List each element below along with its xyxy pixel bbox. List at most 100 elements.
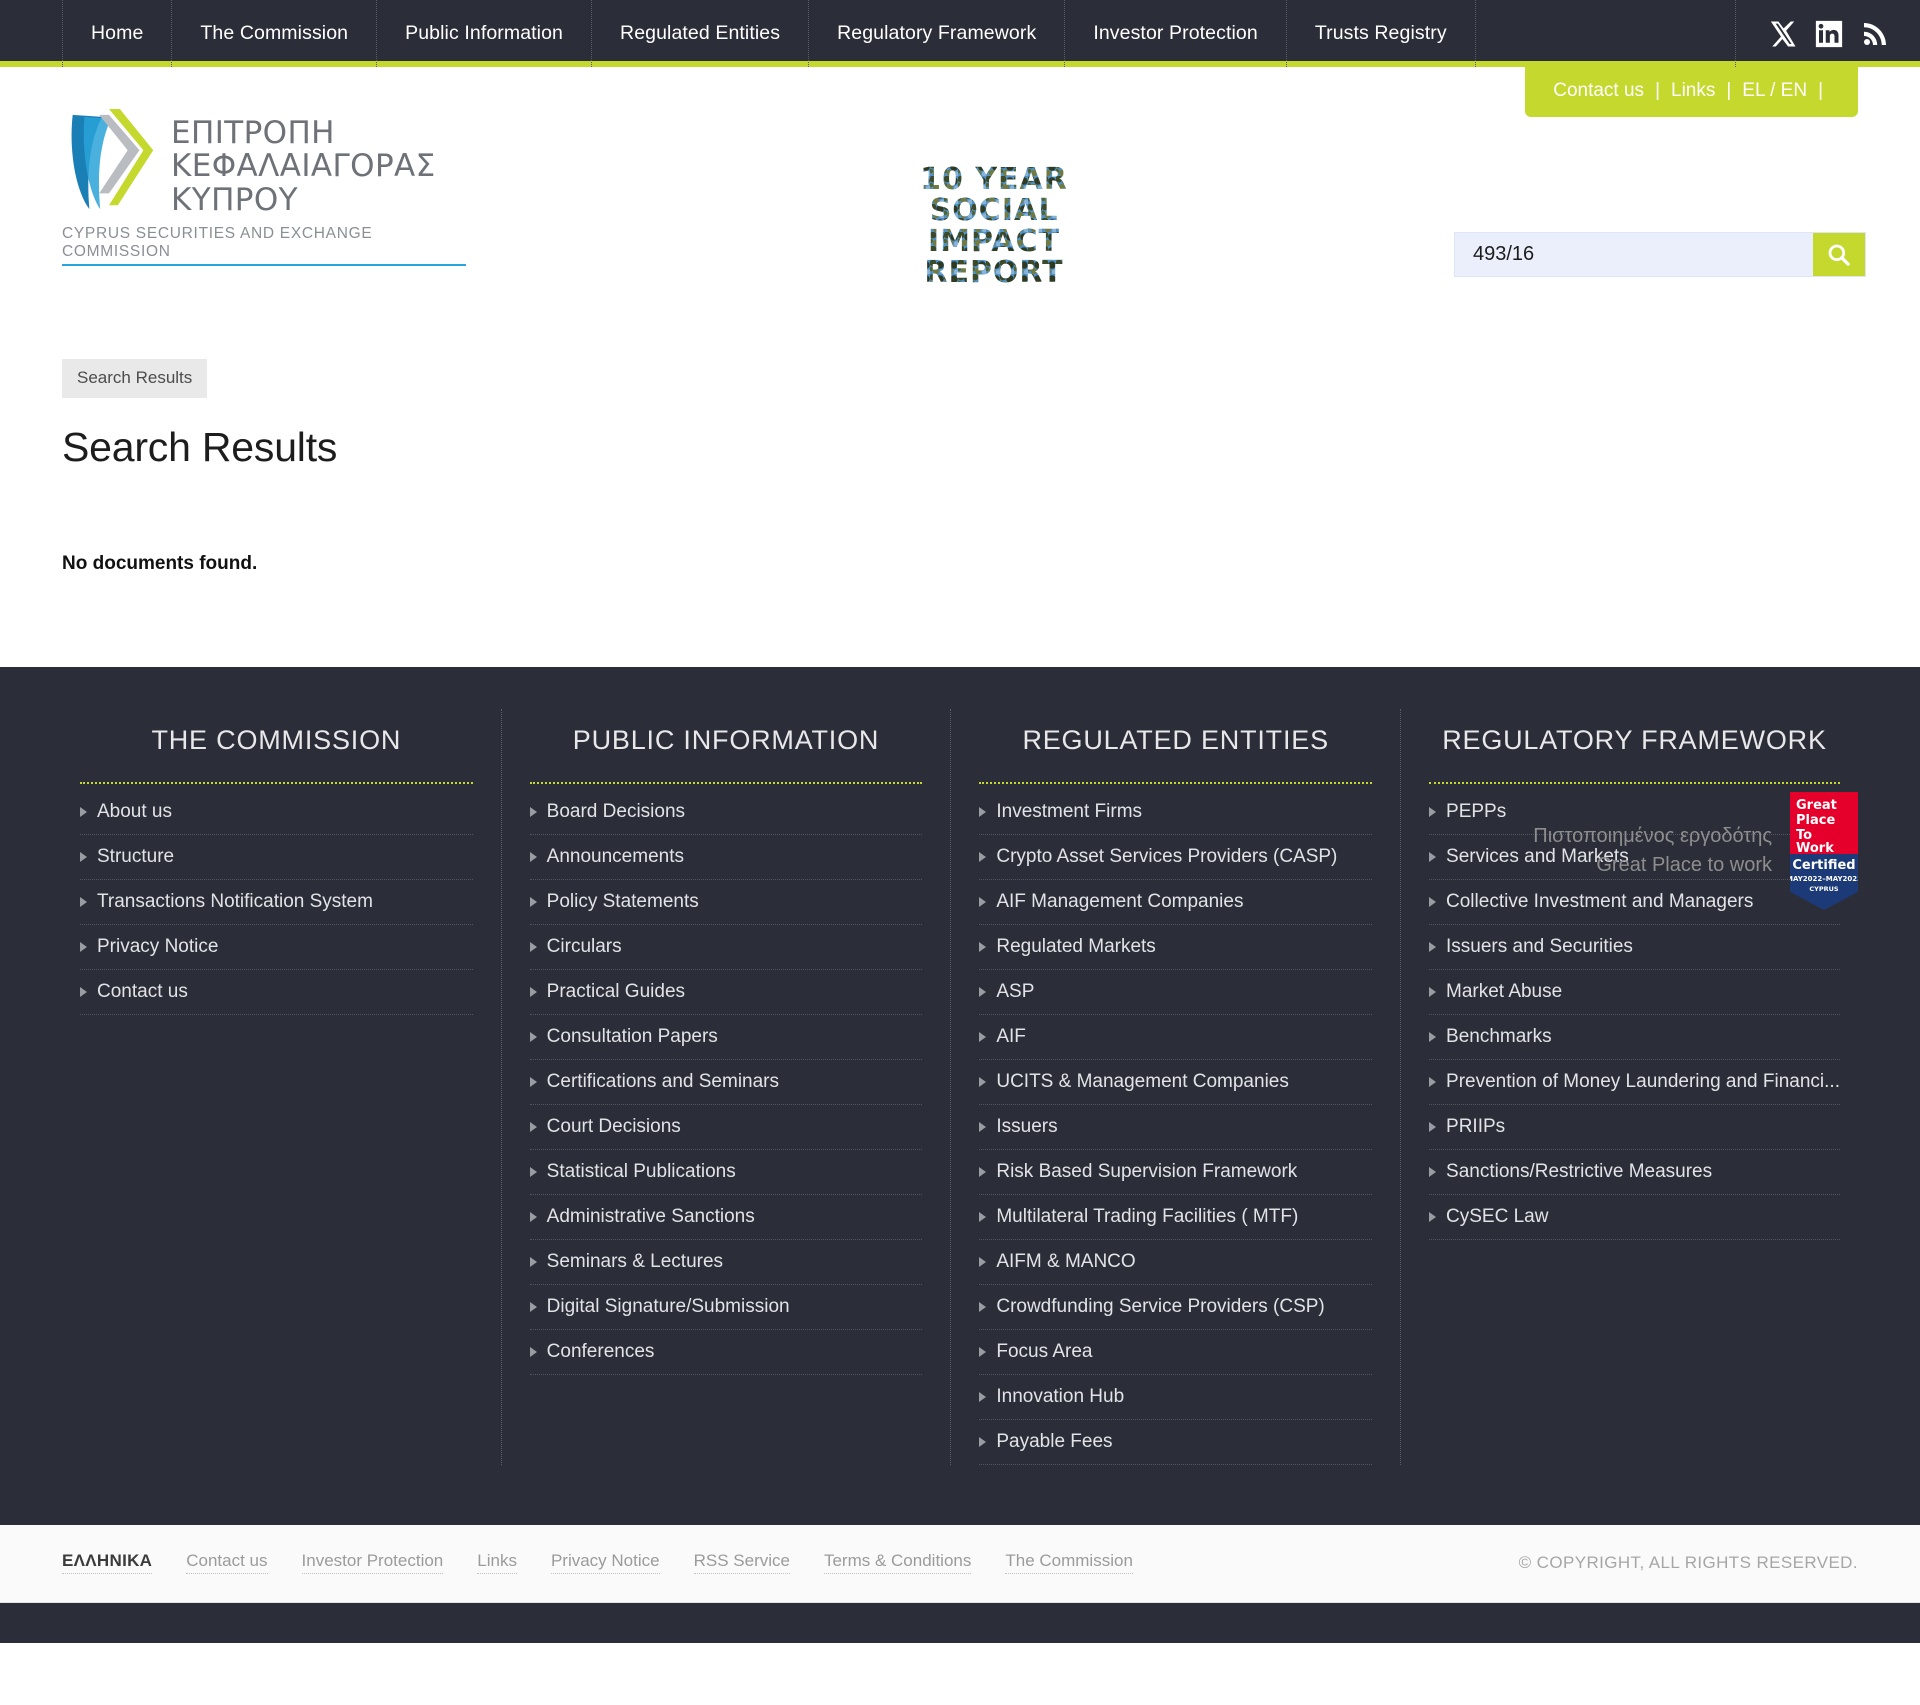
site-search bbox=[1454, 232, 1866, 277]
nav-item-home[interactable]: Home bbox=[62, 0, 173, 67]
footer-link-label: Market Abuse bbox=[1446, 981, 1563, 1002]
footer-link-certifications-and-seminars[interactable]: Certifications and Seminars bbox=[529, 1060, 923, 1105]
arrow-right-icon bbox=[979, 1302, 987, 1312]
footer-link-issuers[interactable]: Issuers bbox=[979, 1105, 1373, 1150]
nav-item-investor-protection[interactable]: Investor Protection bbox=[1065, 0, 1287, 67]
footer-link-focus-area[interactable]: Focus Area bbox=[979, 1330, 1373, 1375]
footer-link-label: Structure bbox=[97, 846, 175, 867]
arrow-right-icon bbox=[529, 807, 537, 817]
nav-item-regulatory-framework[interactable]: Regulatory Framework bbox=[809, 0, 1066, 67]
footer-link-innovation-hub[interactable]: Innovation Hub bbox=[979, 1375, 1373, 1420]
nav-label: Investor Protection bbox=[1093, 22, 1258, 44]
footer-link-transactions-notification-system[interactable]: Transactions Notification System bbox=[80, 880, 473, 925]
footer-link-investment-firms[interactable]: Investment Firms bbox=[979, 790, 1373, 835]
bottom-links: ΕΛΛΗΝΙΚΑ Contact us Investor Protection … bbox=[62, 1551, 1133, 1574]
gptw-badge-line-4: Work bbox=[1796, 841, 1834, 856]
arrow-right-icon bbox=[979, 1077, 987, 1087]
footer-link-label: AIF bbox=[996, 1026, 1026, 1047]
bottom-link-rss-service[interactable]: RSS Service bbox=[693, 1551, 790, 1574]
footer-link-contact-us[interactable]: Contact us bbox=[80, 970, 473, 1015]
social-impact-report-banner[interactable]: 10 YEAR SOCIAL IMPACT REPORT bbox=[888, 162, 1101, 292]
arrow-right-icon bbox=[1429, 987, 1437, 997]
footer-link-digital-signature-submission[interactable]: Digital Signature/Submission bbox=[529, 1285, 923, 1330]
footer-link-prevention-of-money-laundering[interactable]: Prevention of Money Laundering and Finan… bbox=[1429, 1060, 1840, 1105]
footer-link-aifm-and-manco[interactable]: AIFM & MANCO bbox=[979, 1240, 1373, 1285]
great-place-to-work-block: Πιστοποιημένος εργοδότης Great Place to … bbox=[1533, 792, 1858, 910]
bottom-link-privacy-notice[interactable]: Privacy Notice bbox=[550, 1551, 660, 1574]
footer-link-ucits-and-management-companies[interactable]: UCITS & Management Companies bbox=[979, 1060, 1373, 1105]
footer-link-announcements[interactable]: Announcements bbox=[529, 835, 923, 880]
bottom-link-links[interactable]: Links bbox=[477, 1551, 517, 1574]
footer-column-divider bbox=[529, 782, 923, 784]
footer-link-label: Payable Fees bbox=[996, 1431, 1113, 1452]
arrow-right-icon bbox=[529, 987, 537, 997]
footer-link-circulars[interactable]: Circulars bbox=[529, 925, 923, 970]
utility-links-link[interactable]: Links bbox=[1671, 80, 1715, 102]
footer-link-practical-guides[interactable]: Practical Guides bbox=[529, 970, 923, 1015]
footer-link-label: Court Decisions bbox=[546, 1116, 681, 1137]
site-logo[interactable]: ΕΠΙΤΡΟΠΗ ΚΕΦΑΛΑΙΑΓΟΡΑΣ ΚΥΠΡΟΥ CYPRUS SEC… bbox=[62, 107, 466, 267]
utility-separator-2: | bbox=[1726, 80, 1732, 101]
footer-link-issuers-and-securities[interactable]: Issuers and Securities bbox=[1429, 925, 1840, 970]
footer-link-about-us[interactable]: About us bbox=[80, 790, 473, 835]
footer-link-multilateral-trading-facilities[interactable]: Multilateral Trading Facilities ( MTF) bbox=[979, 1195, 1373, 1240]
footer-link-consultation-papers[interactable]: Consultation Papers bbox=[529, 1015, 923, 1060]
utility-language-toggle[interactable]: EL / EN bbox=[1742, 80, 1807, 102]
nav-item-regulated-entities[interactable]: Regulated Entities bbox=[592, 0, 810, 67]
nav-item-public-information[interactable]: Public Information bbox=[377, 0, 593, 67]
page-title: Search Results bbox=[62, 424, 338, 470]
arrow-right-icon bbox=[979, 1032, 987, 1042]
great-place-to-work-badge-icon[interactable]: Great Place To Work Certified MAY2022–MA… bbox=[1790, 792, 1858, 910]
footer-link-policy-statements[interactable]: Policy Statements bbox=[529, 880, 923, 925]
arrow-right-icon bbox=[1429, 1212, 1437, 1222]
footer-link-sanctions-restrictive-measures[interactable]: Sanctions/Restrictive Measures bbox=[1429, 1150, 1840, 1195]
cysec-logo-icon bbox=[71, 108, 154, 210]
footer-link-label: PRIIPs bbox=[1446, 1116, 1506, 1137]
footer-link-statistical-publications[interactable]: Statistical Publications bbox=[529, 1150, 923, 1195]
footer-link-market-abuse[interactable]: Market Abuse bbox=[1429, 970, 1840, 1015]
footer-link-administrative-sanctions[interactable]: Administrative Sanctions bbox=[529, 1195, 923, 1240]
footer-link-label: Consultation Papers bbox=[546, 1026, 718, 1047]
footer-link-benchmarks[interactable]: Benchmarks bbox=[1429, 1015, 1840, 1060]
footer-link-cysec-law[interactable]: CySEC Law bbox=[1429, 1195, 1840, 1240]
bottom-link-the-commission[interactable]: The Commission bbox=[1005, 1551, 1133, 1574]
logo-line-2: ΚΕΦΑΛΑΙΑΓΟΡΑΣ bbox=[171, 148, 436, 185]
footer-link-label: PEPPs bbox=[1446, 801, 1507, 822]
footer-link-privacy-notice[interactable]: Privacy Notice bbox=[80, 925, 473, 970]
footer-link-crypto-asset-services-providers[interactable]: Crypto Asset Services Providers (CASP) bbox=[979, 835, 1373, 880]
utility-contact-us-link[interactable]: Contact us bbox=[1553, 80, 1644, 102]
arrow-right-icon bbox=[80, 942, 87, 952]
arrow-right-icon bbox=[979, 1392, 987, 1402]
footer-link-label: Innovation Hub bbox=[996, 1386, 1125, 1407]
bottom-link-contact-us[interactable]: Contact us bbox=[186, 1551, 268, 1574]
footer-link-label: Privacy Notice bbox=[97, 936, 219, 957]
search-submit-button[interactable] bbox=[1813, 233, 1865, 276]
logo-subtitle: CYPRUS SECURITIES AND EXCHANGE COMMISSIO… bbox=[62, 225, 466, 267]
nav-item-the-commission[interactable]: The Commission bbox=[172, 0, 378, 67]
footer-link-regulated-markets[interactable]: Regulated Markets bbox=[979, 925, 1373, 970]
bottom-link-investor-protection[interactable]: Investor Protection bbox=[301, 1551, 444, 1574]
x-twitter-icon[interactable] bbox=[1768, 19, 1798, 49]
footer-link-structure[interactable]: Structure bbox=[80, 835, 473, 880]
footer-link-payable-fees[interactable]: Payable Fees bbox=[979, 1420, 1373, 1465]
footer-link-crowdfunding-service-providers[interactable]: Crowdfunding Service Providers (CSP) bbox=[979, 1285, 1373, 1330]
bottom-bar: ΕΛΛΗΝΙΚΑ Contact us Investor Protection … bbox=[0, 1525, 1920, 1603]
footer-link-asp[interactable]: ASP bbox=[979, 970, 1373, 1015]
rss-icon[interactable] bbox=[1860, 19, 1890, 49]
footer-link-aif-management-companies[interactable]: AIF Management Companies bbox=[979, 880, 1373, 925]
breadcrumb[interactable]: Search Results bbox=[62, 359, 208, 398]
footer-link-aif[interactable]: AIF bbox=[979, 1015, 1373, 1060]
nav-item-trusts-registry[interactable]: Trusts Registry bbox=[1287, 0, 1476, 67]
footer-link-court-decisions[interactable]: Court Decisions bbox=[529, 1105, 923, 1150]
search-input[interactable] bbox=[1455, 233, 1813, 276]
bottom-link-terms-and-conditions[interactable]: Terms & Conditions bbox=[823, 1551, 972, 1574]
footer-link-priips[interactable]: PRIIPs bbox=[1429, 1105, 1840, 1150]
footer-link-conferences[interactable]: Conferences bbox=[529, 1330, 923, 1375]
arrow-right-icon bbox=[1429, 852, 1437, 862]
footer-link-board-decisions[interactable]: Board Decisions bbox=[529, 790, 923, 835]
linkedin-icon[interactable] bbox=[1814, 19, 1844, 49]
footer-column-the-commission: THE COMMISSION About us Structure Transa… bbox=[52, 709, 502, 1465]
bottom-link-ellinika[interactable]: ΕΛΛΗΝΙΚΑ bbox=[62, 1551, 153, 1574]
footer-link-seminars-and-lectures[interactable]: Seminars & Lectures bbox=[529, 1240, 923, 1285]
footer-link-risk-based-supervision-framework[interactable]: Risk Based Supervision Framework bbox=[979, 1150, 1373, 1195]
